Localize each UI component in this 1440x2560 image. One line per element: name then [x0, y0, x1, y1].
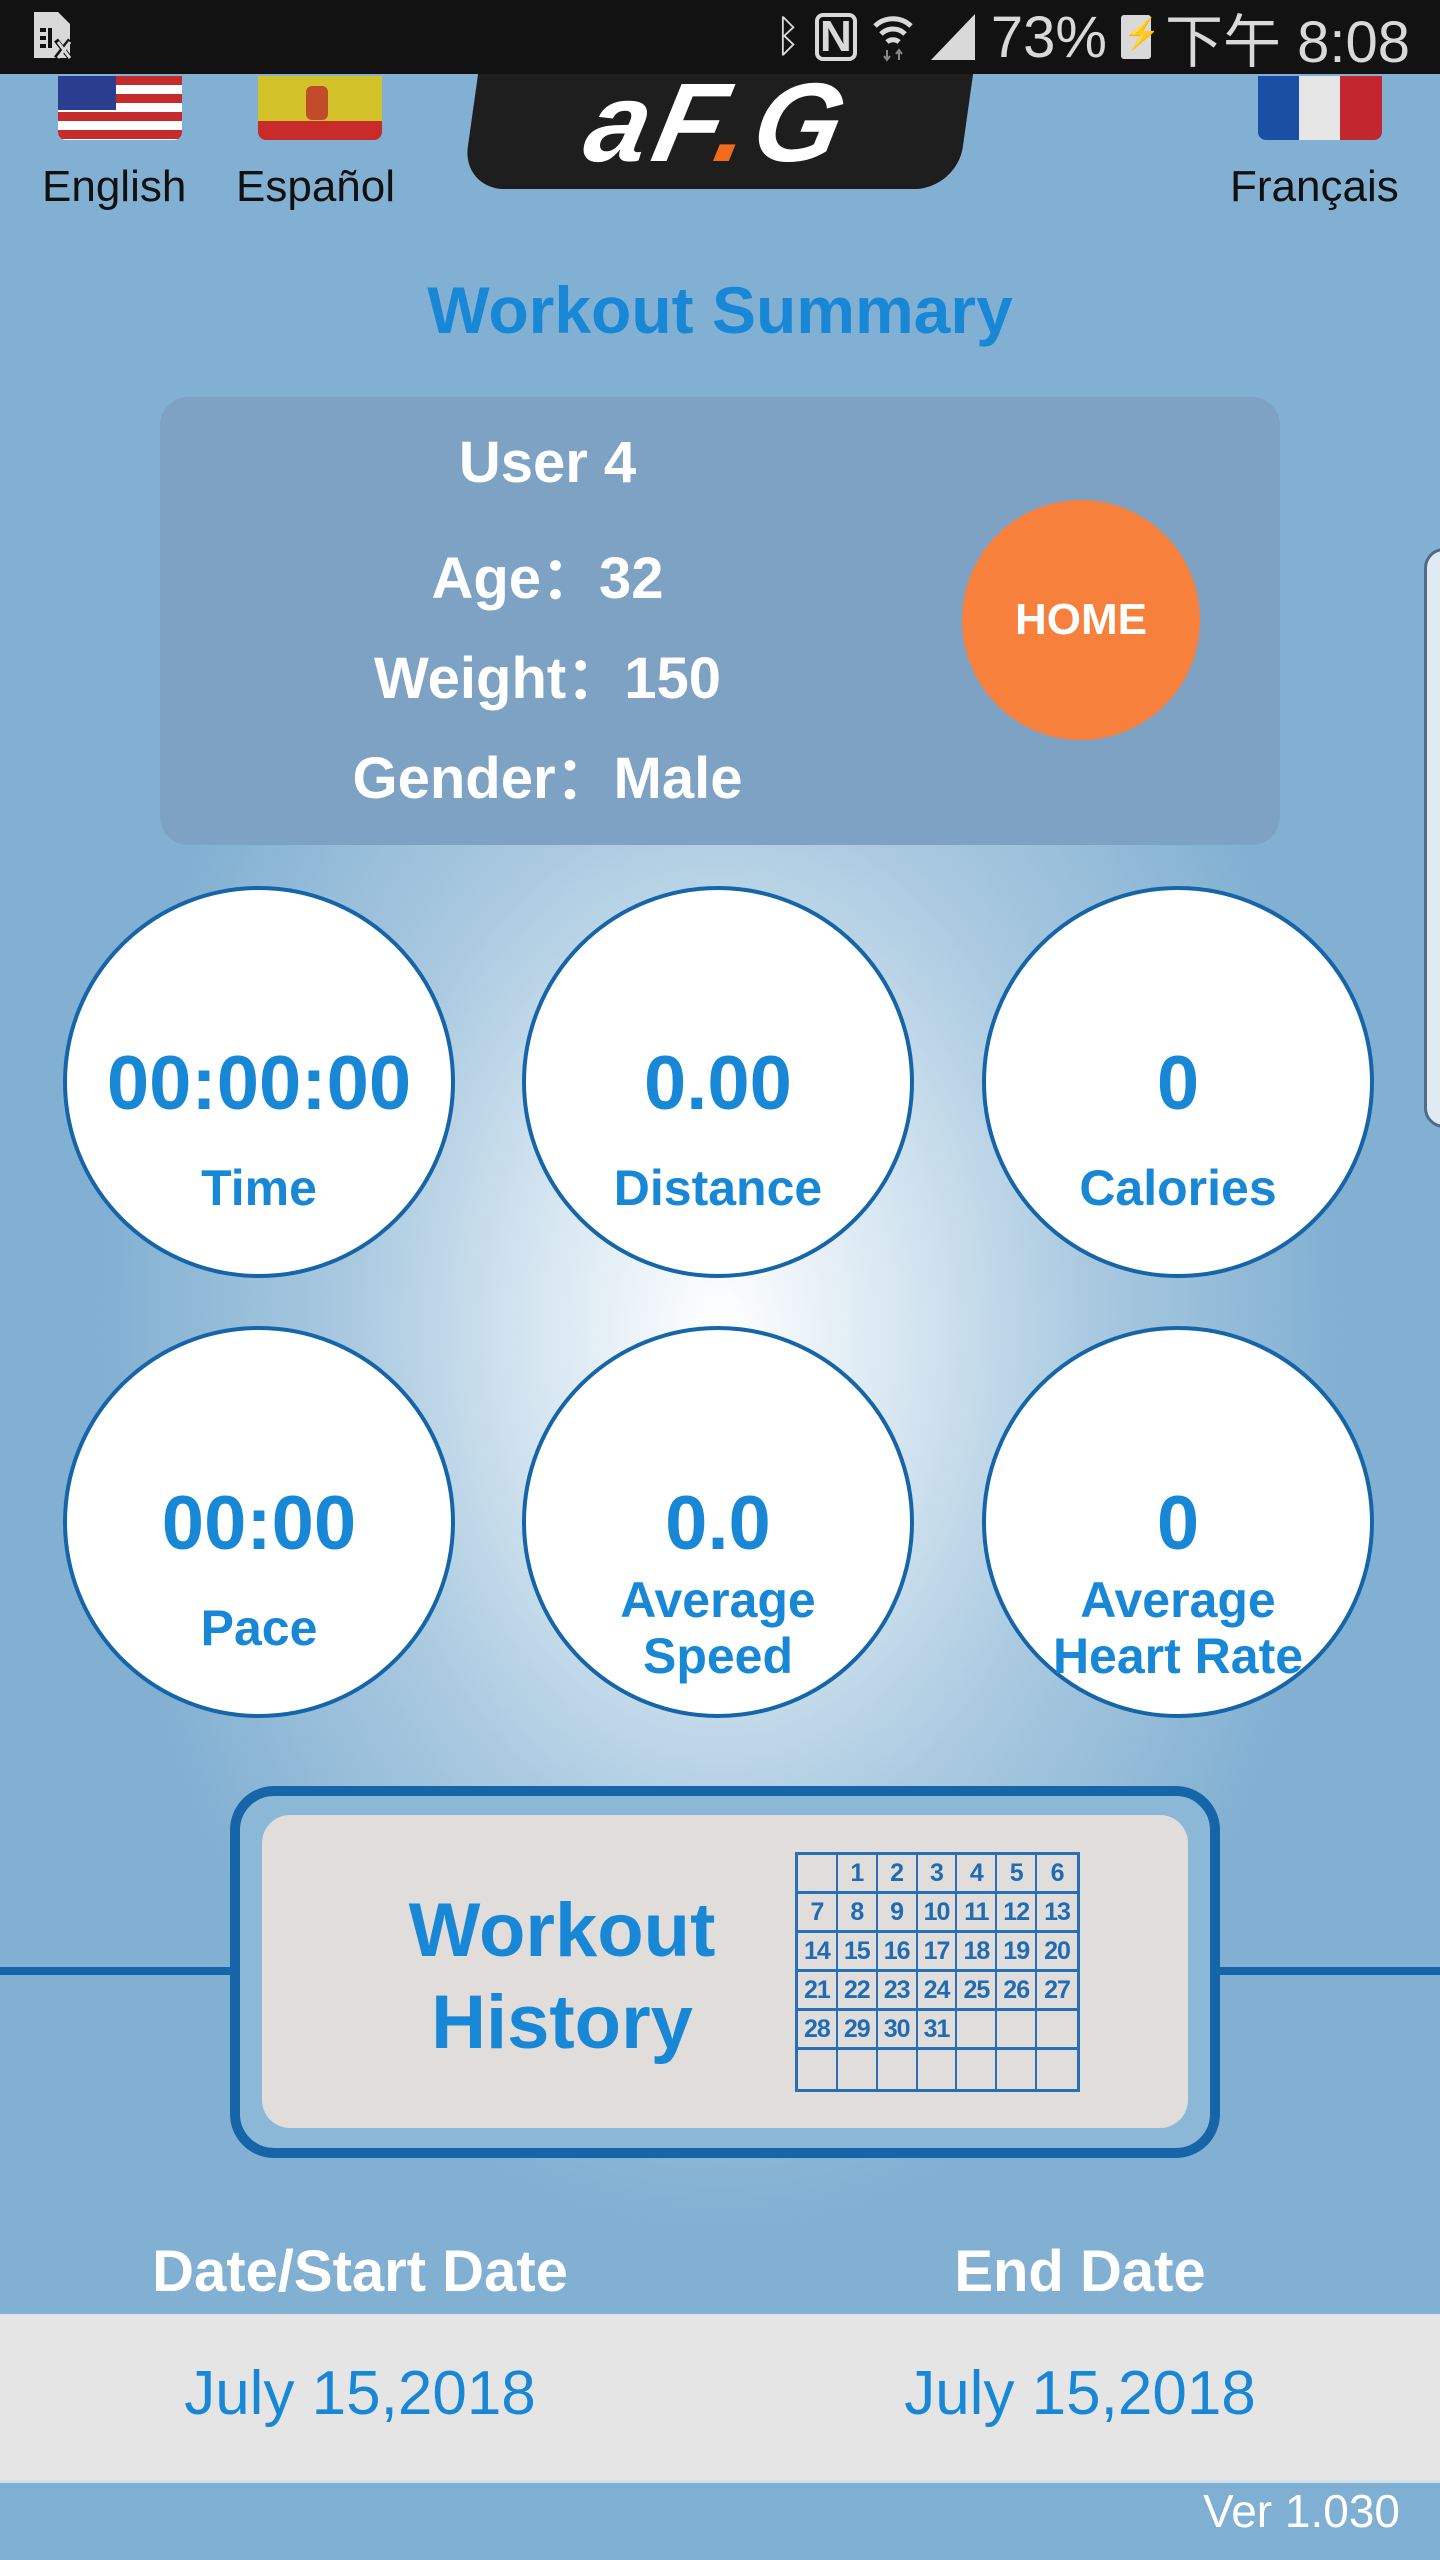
logo-text: aF.G — [575, 59, 863, 185]
stat-calories: 0 Calories — [982, 886, 1374, 1278]
calendar-day — [798, 2050, 838, 2089]
calendar-day: 25 — [957, 1972, 998, 2011]
stat-value: 0.0 — [665, 1481, 771, 1566]
calendar-day: 31 — [917, 2011, 958, 2050]
us-flag-icon[interactable] — [58, 76, 182, 140]
calendar-day: 7 — [798, 1894, 838, 1933]
history-label-line1: Workout — [408, 1888, 716, 1973]
end-date-header: End Date — [954, 2239, 1206, 2304]
spain-flag-icon[interactable] — [258, 76, 382, 140]
stat-label-line2: Heart Rate — [1052, 1628, 1304, 1684]
stat-label-line1: Average — [620, 1572, 816, 1628]
calendar-day: 12 — [997, 1894, 1038, 1933]
end-date-value[interactable]: July 15,2018 — [780, 2358, 1380, 2429]
stat-average-heart-rate: 0 Average Heart Rate — [982, 1326, 1374, 1718]
calendar-day — [798, 1855, 838, 1894]
bluetooth-icon: ᛒ — [774, 12, 801, 61]
calendar-day: 24 — [917, 1972, 958, 2011]
calendar-day: 21 — [798, 1972, 838, 2011]
calendar-day — [957, 2011, 998, 2050]
stat-average-speed: 0.0 Average Speed — [522, 1326, 914, 1718]
calendar-day: 13 — [1037, 1894, 1077, 1933]
user-name: User 4 — [458, 430, 637, 495]
wifi-icon — [873, 16, 913, 62]
calendar-day: 4 — [957, 1855, 998, 1894]
france-flag-icon[interactable] — [1258, 76, 1382, 140]
calendar-day — [878, 2050, 918, 2089]
calendar-day — [997, 2011, 1038, 2050]
start-date-value[interactable]: July 15,2018 — [60, 2358, 660, 2429]
calendar-day: 5 — [997, 1855, 1038, 1894]
calendar-day: 8 — [837, 1894, 878, 1933]
home-button[interactable]: HOME — [962, 500, 1200, 740]
stat-label: Calories — [1079, 1160, 1277, 1216]
language-english[interactable]: English — [42, 162, 186, 212]
calendar-day: 27 — [1037, 1972, 1077, 2011]
user-age: Age：32 — [431, 546, 664, 611]
side-drawer-handle[interactable] — [1424, 548, 1440, 1128]
calendar-day — [838, 2050, 878, 2089]
calendar-day: 3 — [917, 1855, 958, 1894]
language-francais[interactable]: Français — [1230, 162, 1399, 212]
language-espanol[interactable]: Español — [236, 162, 395, 212]
stat-time: 00:00:00 Time — [63, 886, 455, 1278]
calendar-day: 1 — [837, 1855, 878, 1894]
calendar-day: 20 — [1037, 1933, 1077, 1972]
user-gender: Gender：Male — [352, 746, 743, 811]
stat-value: 00:00 — [161, 1481, 357, 1566]
battery-charging-icon — [1121, 15, 1160, 59]
calendar-day: 30 — [877, 2011, 918, 2050]
calendar-day: 6 — [1037, 1855, 1077, 1894]
calendar-day: 29 — [837, 2011, 878, 2050]
nfc-icon: N — [814, 13, 857, 61]
calendar-day: 16 — [877, 1933, 918, 1972]
stat-value: 0.00 — [644, 1041, 792, 1126]
divider-left — [0, 1967, 232, 1975]
battery-percent: 73% — [990, 4, 1107, 70]
page-title: Workout Summary — [427, 273, 1013, 347]
divider-right — [1218, 1967, 1440, 1975]
calendar-day: 14 — [798, 1933, 838, 1972]
stat-label: Pace — [200, 1600, 318, 1656]
calendar-day: 15 — [837, 1933, 878, 1972]
afg-logo: aF.G — [461, 60, 974, 189]
user-weight: Weight：150 — [373, 646, 721, 711]
stat-label-line1: Average — [1080, 1572, 1276, 1628]
calendar-day — [1037, 2050, 1077, 2089]
calendar-day — [957, 2050, 998, 2089]
calendar-day: 23 — [877, 1972, 918, 2011]
clock: 下午 8:08 — [1165, 10, 1410, 75]
stat-value: 0 — [1156, 1481, 1200, 1566]
calendar-day: 9 — [877, 1894, 918, 1933]
stat-value: 00:00:00 — [106, 1041, 412, 1126]
calendar-day — [1037, 2011, 1077, 2050]
status-icons: ᛒ N 73% 下午 8:08 — [774, 0, 1411, 76]
calendar-day — [918, 2050, 958, 2089]
stat-label: Distance — [613, 1160, 823, 1216]
stat-value: 0 — [1156, 1041, 1200, 1126]
calendar-day: 2 — [877, 1855, 918, 1894]
stat-pace: 00:00 Pace — [63, 1326, 455, 1718]
start-date-header: Date/Start Date — [152, 2239, 568, 2304]
calendar-day: 18 — [957, 1933, 998, 1972]
signal-icon — [930, 14, 975, 60]
history-label-line2: History — [431, 1980, 693, 2065]
calendar-day: 28 — [798, 2011, 838, 2050]
calendar-day: 26 — [997, 1972, 1038, 2011]
stat-label: Time — [201, 1160, 317, 1216]
calendar-icon: 1 2 3 4 5 6 7 8 9 10 11 12 13 14 15 16 17 18 19 20 21 22 23 24 2… — [795, 1852, 1080, 2092]
calendar-day — [997, 2050, 1038, 2089]
calendar-day: 19 — [997, 1933, 1038, 1972]
calendar-day: 10 — [917, 1894, 958, 1933]
calendar-day: 22 — [837, 1972, 878, 2011]
calendar-day: 11 — [957, 1894, 998, 1933]
sim-card-missing-icon — [34, 12, 72, 60]
stat-label-line2: Speed — [642, 1628, 794, 1684]
calendar-day: 17 — [917, 1933, 958, 1972]
version-label: Ver 1.030 — [1203, 2485, 1400, 2537]
stat-distance: 0.00 Distance — [522, 886, 914, 1278]
